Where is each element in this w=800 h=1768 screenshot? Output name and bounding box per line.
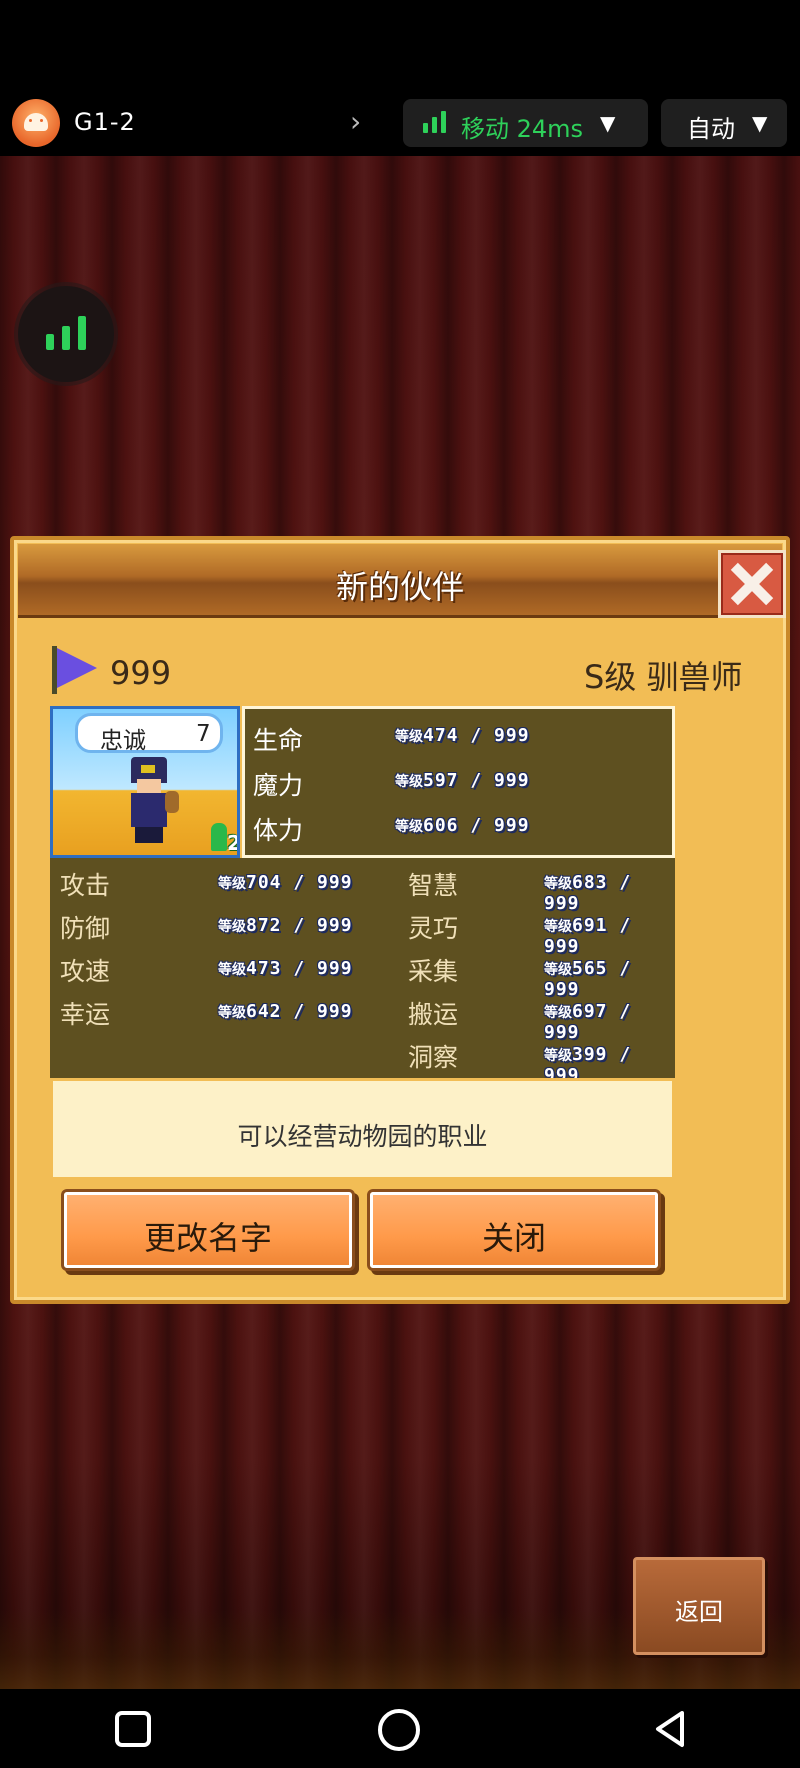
close-icon[interactable] [718,550,786,618]
badge-count: 2 [227,831,240,855]
vital-name: 体力 [253,816,304,845]
game-stage: 新的伙伴 999 S级 驯兽师 忠诚 7 2 生命 等级474 / 999 魔力… [0,156,800,1689]
loyalty-label: 忠诚 [100,728,146,754]
stat-name: 幸运 [60,1000,111,1029]
network-latency-label: 移动 24ms [461,115,584,143]
stat-name: 搬运 [408,1000,459,1029]
stat-name: 洞察 [408,1043,459,1072]
caret-down-icon: ▼ [752,111,768,135]
stat-value: 等级642 / 999 [218,1001,353,1022]
network-selector[interactable]: 移动 24ms ▼ [403,99,648,147]
stat-name: 智慧 [408,871,459,900]
stat-value: 等级683 / 999 [544,872,632,914]
stats-grid: 攻击 等级704 / 999 防御 等级872 / 999 攻速 等级473 /… [50,858,675,1086]
back-triangle-icon[interactable] [650,1709,690,1749]
dialog-header: 新的伙伴 [18,544,786,618]
quality-selector[interactable]: 自动 ▼ [661,99,787,147]
cloud-game-toolbar: G1-2 › 移动 24ms ▼ 自动 ▼ [0,96,800,156]
android-app-icon[interactable] [12,99,60,147]
status-bar [0,0,800,96]
vital-name: 魔力 [253,771,304,800]
loyalty-value: 7 [196,721,211,747]
loyalty-pill: 忠诚 7 [75,713,223,754]
character-sprite [123,757,179,845]
rename-button[interactable]: 更改名字 [64,1192,352,1268]
rename-label: 更改名字 [143,1219,272,1257]
vital-value: 等级606 / 999 [395,815,530,836]
flag-icon [50,646,100,696]
signal-bars-icon [423,111,447,133]
stat-name: 防御 [60,914,111,943]
description-text: 可以经营动物园的职业 [237,1122,488,1151]
stat-value: 等级872 / 999 [218,915,353,936]
stat-value: 等级704 / 999 [218,872,353,893]
system-nav-bar [0,1689,800,1768]
quality-label: 自动 [687,115,735,143]
close-button[interactable]: 关闭 [370,1192,658,1268]
back-button[interactable]: 返回 [633,1557,765,1655]
fame-value: 999 [110,654,172,692]
stat-value: 等级565 / 999 [544,958,632,1000]
person-icon [211,823,227,851]
vital-value: 等级597 / 999 [395,770,530,791]
caret-down-icon: ▼ [600,111,616,135]
stat-name: 攻速 [60,957,111,986]
vital-row: 生命 等级474 / 999 [245,713,678,757]
signal-floating-button[interactable] [18,286,114,382]
vitals-panel: 生命 等级474 / 999 魔力 等级597 / 999 体力 等级606 /… [242,706,675,858]
vital-value: 等级474 / 999 [395,725,530,746]
vital-row: 体力 等级606 / 999 [245,803,678,847]
stat-name: 灵巧 [408,914,459,943]
character-portrait: 忠诚 7 2 [50,706,240,858]
description-box: 可以经营动物园的职业 [50,1078,675,1180]
stat-name: 攻击 [60,871,111,900]
game-id-label: G1-2 [74,108,136,136]
stat-name: 采集 [408,957,459,986]
recents-icon[interactable] [115,1711,151,1747]
rank-class-label: S级 驯兽师 [584,658,743,696]
dialog-title: 新的伙伴 [335,568,464,606]
chevron-right-icon[interactable]: › [350,108,361,136]
home-icon[interactable] [378,1709,420,1751]
stat-value: 等级473 / 999 [218,958,353,979]
vital-row: 魔力 等级597 / 999 [245,758,678,802]
close-label: 关闭 [481,1219,546,1257]
stat-value: 等级697 / 999 [544,1001,632,1043]
companion-count-badge: 2 [211,821,240,855]
back-label: 返回 [675,1598,723,1626]
new-companion-dialog: 新的伙伴 999 S级 驯兽师 忠诚 7 2 生命 等级474 / 999 魔力… [10,536,790,1304]
vital-name: 生命 [253,726,304,755]
stat-value: 等级691 / 999 [544,915,632,957]
